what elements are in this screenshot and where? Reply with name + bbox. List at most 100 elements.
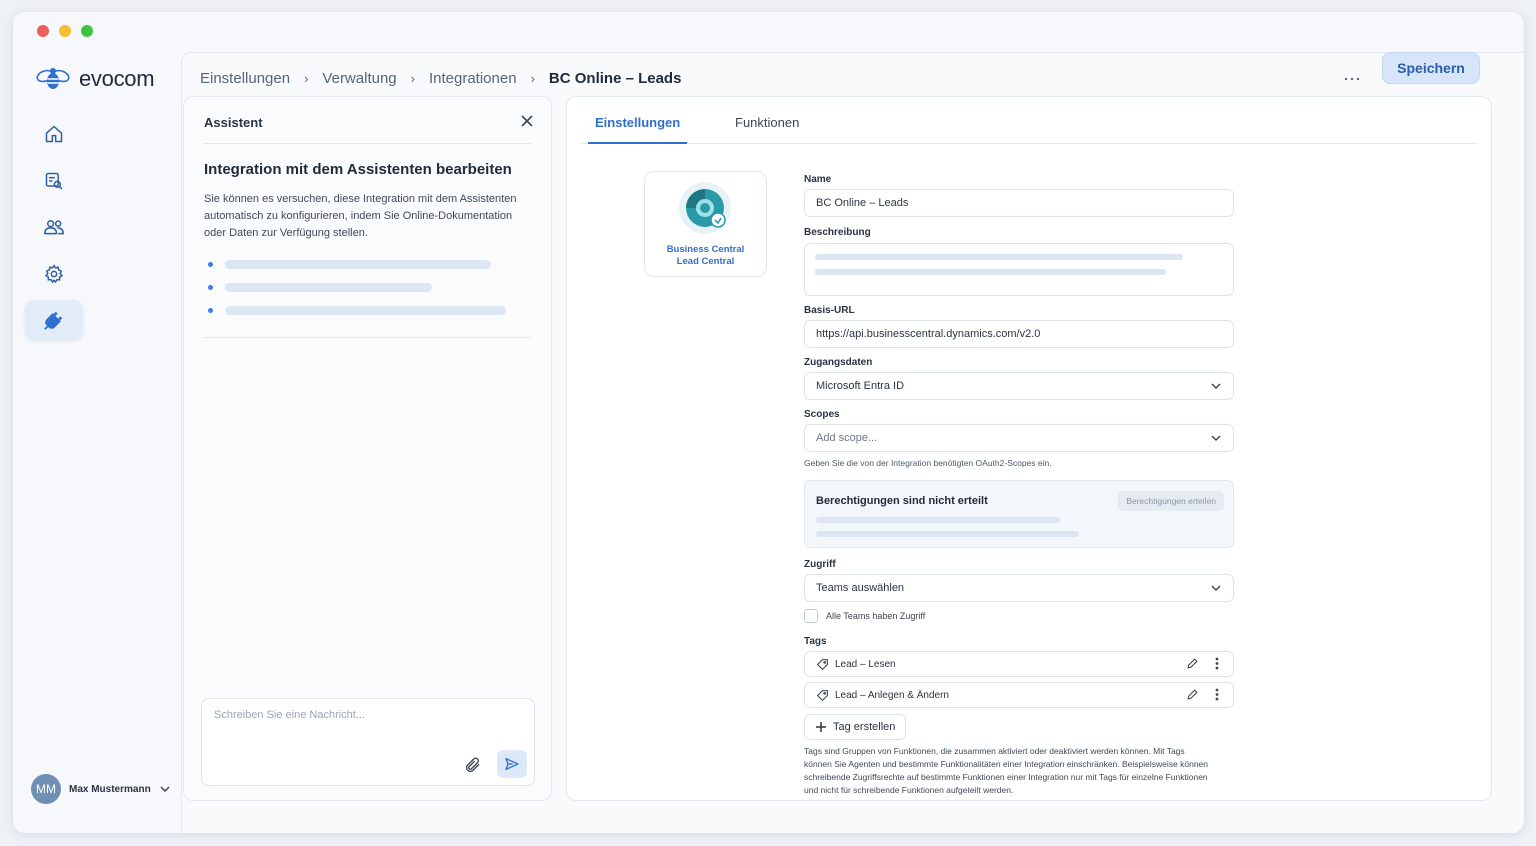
integration-app-label-line1: Business Central bbox=[666, 244, 745, 255]
chevron-down-icon bbox=[1211, 435, 1221, 442]
send-icon bbox=[505, 758, 519, 770]
tag-item[interactable]: Lead – Anlegen & Ändern bbox=[804, 682, 1234, 708]
tags-help-text: Tags sind Gruppen von Funktionen, die zu… bbox=[804, 746, 1209, 795]
name-value: BC Online – Leads bbox=[816, 197, 909, 209]
tag-menu-button[interactable] bbox=[1215, 688, 1219, 701]
skeleton-line bbox=[816, 531, 1079, 537]
base-url-label: Basis-URL bbox=[804, 305, 855, 316]
tags-label: Tags bbox=[804, 636, 827, 647]
tag-item[interactable]: Lead – Lesen bbox=[804, 651, 1234, 677]
users-icon bbox=[44, 220, 64, 235]
plug-icon bbox=[44, 311, 63, 330]
skeleton-line bbox=[816, 517, 1060, 523]
more-vertical-icon bbox=[1215, 657, 1219, 670]
permissions-title: Berechtigungen sind nicht erteilt bbox=[816, 495, 988, 507]
permissions-alert: Berechtigungen sind nicht erteilt Berech… bbox=[804, 480, 1234, 548]
paperclip-icon[interactable] bbox=[464, 756, 482, 774]
credentials-label: Zugangsdaten bbox=[804, 357, 873, 368]
skeleton-line bbox=[815, 254, 1183, 260]
close-icon[interactable] bbox=[517, 111, 537, 131]
more-options-button[interactable]: ··· bbox=[1340, 66, 1364, 90]
chevron-down-icon bbox=[1211, 585, 1221, 592]
breadcrumb-item-administration[interactable]: Verwaltung bbox=[322, 70, 396, 87]
edit-tag-button[interactable] bbox=[1186, 688, 1199, 701]
user-menu[interactable]: MM Max Mustermann bbox=[31, 774, 171, 804]
nav-search-documents[interactable] bbox=[25, 161, 83, 201]
credentials-value: Microsoft Entra ID bbox=[816, 380, 905, 392]
nav-settings[interactable] bbox=[25, 254, 83, 294]
description-field[interactable] bbox=[804, 243, 1234, 296]
edit-tag-button[interactable] bbox=[1186, 657, 1199, 670]
chevron-down-icon bbox=[160, 786, 170, 793]
tab-bar: Einstellungen Funktionen bbox=[581, 97, 1477, 144]
pencil-icon bbox=[1187, 689, 1198, 700]
assistant-description: Sie können es versuchen, diese Integrati… bbox=[204, 193, 517, 239]
skeleton-row bbox=[208, 299, 506, 322]
all-teams-label: Alle Teams haben Zugriff bbox=[826, 611, 926, 621]
breadcrumb-item-settings[interactable]: Einstellungen bbox=[200, 70, 290, 87]
nav-home[interactable] bbox=[25, 114, 83, 154]
tab-functions[interactable]: Funktionen bbox=[735, 115, 799, 142]
search-document-icon bbox=[45, 172, 63, 190]
breadcrumb-current: BC Online – Leads bbox=[548, 70, 682, 87]
breadcrumb: Einstellungen › Verwaltung › Integration… bbox=[200, 70, 681, 87]
integration-app-label-line2: Lead Central bbox=[676, 256, 735, 267]
skeleton-row bbox=[208, 253, 506, 276]
scopes-placeholder: Add scope... bbox=[816, 432, 878, 444]
close-window-button[interactable] bbox=[37, 25, 49, 37]
integration-settings-panel: Einstellungen Funktionen Business Centra… bbox=[566, 96, 1492, 801]
breadcrumb-separator-icon: › bbox=[530, 71, 535, 86]
divider bbox=[204, 143, 531, 144]
description-label: Beschreibung bbox=[804, 227, 871, 238]
tag-name: Lead – Lesen bbox=[835, 658, 896, 670]
integration-app-card[interactable]: Business Central Lead Central bbox=[644, 171, 767, 277]
tag-icon bbox=[816, 658, 828, 670]
loading-skeleton-list bbox=[208, 253, 506, 322]
pencil-icon bbox=[1187, 658, 1198, 669]
maximize-window-button[interactable] bbox=[81, 25, 93, 37]
breadcrumb-separator-icon: › bbox=[410, 71, 415, 86]
minimize-window-button[interactable] bbox=[59, 25, 71, 37]
nav-integrations[interactable] bbox=[25, 300, 83, 340]
breadcrumb-separator-icon: › bbox=[304, 71, 309, 86]
plus-icon bbox=[816, 722, 826, 732]
save-button[interactable]: Speichern bbox=[1382, 52, 1480, 84]
gear-icon bbox=[44, 264, 64, 284]
name-field[interactable]: BC Online – Leads bbox=[804, 189, 1234, 217]
all-teams-checkbox[interactable] bbox=[804, 609, 818, 623]
integration-app-label: Business Central Lead Central bbox=[667, 244, 745, 268]
base-url-field[interactable]: https://api.businesscentral.dynamics.com… bbox=[804, 320, 1234, 348]
breadcrumb-item-integrations[interactable]: Integrationen bbox=[429, 70, 517, 87]
assistant-panel: Assistent Integration mit dem Assistente… bbox=[183, 96, 552, 801]
divider bbox=[204, 337, 531, 338]
nav-users[interactable] bbox=[25, 207, 83, 247]
credentials-select[interactable]: Microsoft Entra ID bbox=[804, 372, 1234, 400]
scopes-help-text: Geben Sie die von der Integration benöti… bbox=[804, 458, 1052, 468]
more-vertical-icon bbox=[1215, 688, 1219, 701]
tag-menu-button[interactable] bbox=[1215, 657, 1219, 670]
avatar: MM bbox=[31, 774, 61, 804]
skeleton-line bbox=[815, 269, 1166, 275]
scopes-select[interactable]: Add scope... bbox=[804, 424, 1234, 452]
grant-permissions-button[interactable]: Berechtigungen erteilen bbox=[1118, 491, 1224, 511]
all-teams-checkbox-row[interactable]: Alle Teams haben Zugriff bbox=[804, 609, 925, 623]
brand-name: evocom bbox=[79, 66, 155, 91]
base-url-value: https://api.businesscentral.dynamics.com… bbox=[816, 328, 1041, 340]
create-tag-button[interactable]: Tag erstellen bbox=[804, 714, 907, 740]
brand-logo[interactable]: evocom bbox=[33, 64, 155, 94]
send-button[interactable] bbox=[497, 750, 527, 778]
access-value: Teams auswählen bbox=[816, 582, 905, 594]
chat-composer bbox=[201, 698, 535, 786]
access-label: Zugriff bbox=[804, 559, 836, 570]
chevron-down-icon bbox=[1211, 383, 1221, 390]
business-central-logo-icon bbox=[678, 182, 731, 234]
name-label: Name bbox=[804, 174, 832, 185]
assistant-title: Integration mit dem Assistenten bearbeit… bbox=[204, 161, 512, 178]
chat-message-input[interactable] bbox=[214, 709, 514, 721]
skeleton-row bbox=[208, 276, 506, 299]
access-select[interactable]: Teams auswählen bbox=[804, 574, 1234, 602]
create-tag-label: Tag erstellen bbox=[833, 721, 896, 733]
tag-name: Lead – Anlegen & Ändern bbox=[835, 689, 949, 701]
tag-icon bbox=[816, 689, 828, 701]
tab-settings[interactable]: Einstellungen bbox=[588, 115, 688, 144]
